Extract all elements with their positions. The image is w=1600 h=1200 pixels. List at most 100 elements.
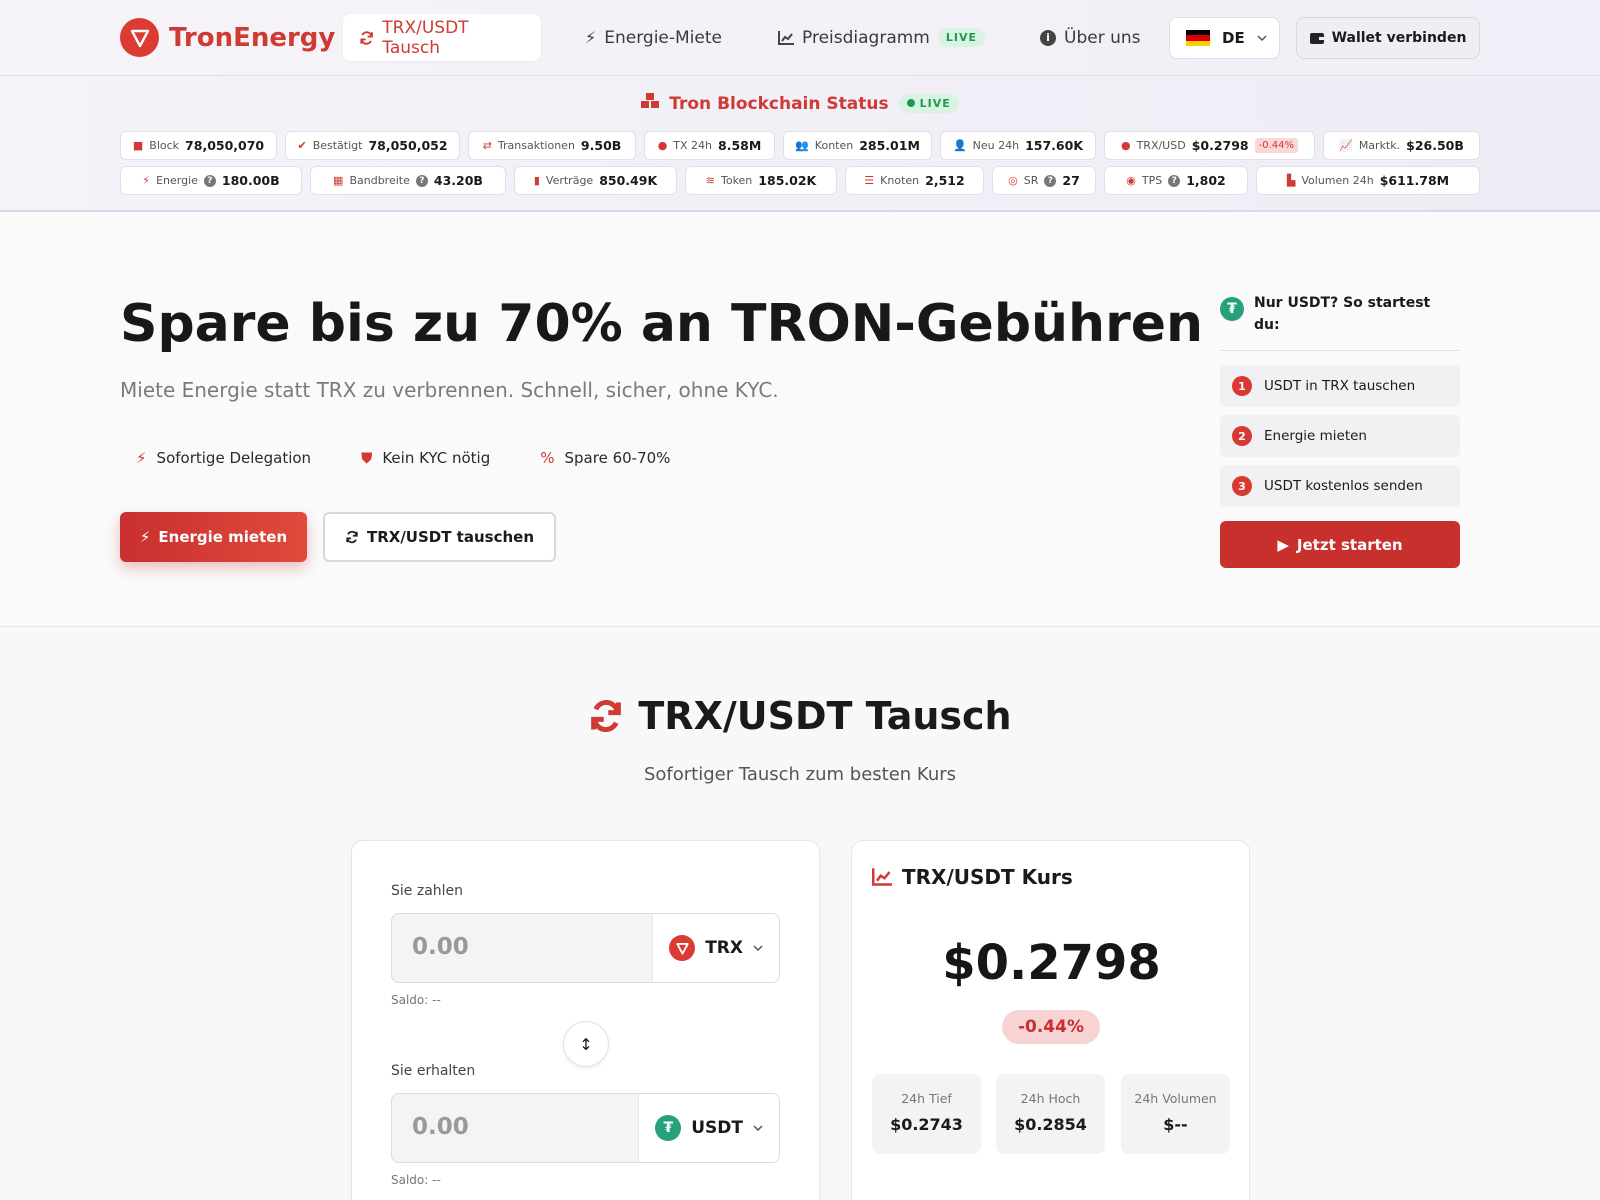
nav-tab-energy-rent[interactable]: ⚡ Energie-Miete — [569, 14, 738, 61]
double-check-icon: ✔ — [297, 139, 307, 152]
refresh-icon — [346, 530, 358, 544]
receive-label: Sie erhalten — [391, 1063, 476, 1079]
start-now-button[interactable]: ▶ Jetzt starten — [1220, 521, 1460, 568]
step-label: Energie mieten — [1264, 428, 1367, 444]
stat-value: 285.01M — [859, 138, 920, 153]
pay-amount-input[interactable]: 0.00 — [412, 934, 469, 960]
stat-label: Token — [720, 174, 753, 187]
live-dot-icon — [906, 99, 915, 107]
chevron-down-icon — [753, 945, 763, 951]
rent-energy-button[interactable]: ⚡ Energie mieten — [120, 512, 307, 562]
stat-value: $26.50B — [1406, 138, 1464, 153]
pay-token-select[interactable]: TRX — [652, 914, 779, 982]
arrows-vertical-icon: ↕ — [579, 1034, 593, 1054]
swap-form-card: Sie zahlen 0.00 TRX Saldo: -- ↕ Sie erha… — [351, 840, 820, 1200]
stat-confirmed: ✔ Bestätigt 78,050,052 — [285, 131, 460, 160]
exchange-icon: ⇄ — [482, 139, 492, 152]
play-icon: ▶ — [1277, 535, 1289, 554]
nav-tab-energy-rent-label: Energie-Miete — [604, 27, 722, 48]
start-now-label: Jetzt starten — [1296, 535, 1403, 554]
award-icon: ◎ — [1008, 174, 1018, 187]
stat-label: Konten — [814, 139, 854, 152]
brand-logo[interactable]: TronEnergy — [120, 18, 335, 57]
price-change-badge: -0.44% — [1254, 138, 1299, 153]
language-code: DE — [1222, 29, 1245, 47]
cubes-icon — [641, 93, 660, 114]
chart-icon — [778, 30, 794, 45]
stat-tps: ◉ TPS? 1,802 — [1104, 166, 1248, 195]
receive-balance: Saldo: -- — [391, 1173, 441, 1187]
pay-token-label: TRX — [705, 938, 743, 958]
hero-title: Spare bis zu 70% an TRON-Gebühren — [120, 294, 1204, 354]
pay-label: Sie zahlen — [391, 883, 464, 899]
stat-label: 24h Volumen — [1134, 1091, 1217, 1106]
current-price: $0.2798 — [942, 935, 1161, 991]
brand-name: TronEnergy — [169, 22, 336, 53]
receive-token-select[interactable]: ₮ USDT — [638, 1094, 779, 1162]
usdt-icon: ₮ — [655, 1115, 682, 1141]
stat-24h-high: 24h Hoch $0.2854 — [996, 1074, 1105, 1154]
status-live-badge: LIVE — [898, 94, 959, 113]
stat-label: SR — [1023, 174, 1039, 187]
users-icon: 👥 — [795, 139, 809, 152]
pay-amount-field[interactable]: 0.00 TRX — [391, 913, 780, 983]
status-row-1: ■ Block 78,050,070 ✔ Bestätigt 78,050,052 ⇄ T… — [120, 131, 1480, 160]
stat-label: Marktk. — [1358, 139, 1401, 152]
stat-nodes: ☰ Knoten 2,512 — [845, 166, 984, 195]
chart-line-icon: 📈 — [1339, 139, 1353, 152]
nav-tab-price-chart[interactable]: Preisdiagramm LIVE — [762, 14, 1001, 61]
nav-tab-swap-label: TRX/USDT Tausch — [382, 17, 469, 58]
stat-label: TRX/USD — [1136, 139, 1186, 152]
help-icon[interactable]: ? — [1168, 174, 1181, 187]
rate-card: TRX/USDT Kurs $0.2798 -0.44% 24h Tief $0… — [851, 840, 1250, 1200]
stat-accounts: 👥 Konten 285.01M — [783, 131, 932, 160]
stat-label: 24h Hoch — [1020, 1091, 1081, 1106]
help-icon[interactable]: ? — [415, 174, 428, 187]
cube-icon: ■ — [132, 139, 144, 152]
nav-tab-about-label: Über uns — [1064, 27, 1141, 48]
live-badge: LIVE — [937, 28, 985, 47]
hero-section: Spare bis zu 70% an TRON-Gebühren Miete … — [0, 212, 1600, 627]
stat-sr: ◎ SR? 27 — [992, 166, 1096, 195]
feature-item: ⛊ Kein KYC nötig — [361, 449, 490, 467]
connect-wallet-button[interactable]: Wallet verbinden — [1296, 17, 1480, 59]
status-row-2: ⚡ Energie? 180.00B ▦ Bandbreite? 43.20B ▮ Ver… — [120, 166, 1480, 195]
gauge-icon: ◉ — [1126, 174, 1136, 187]
stat-value: 78,050,052 — [368, 138, 448, 153]
feature-item: % Spare 60-70% — [540, 449, 670, 467]
stat-tx-24h: ● TX 24h 8.58M — [644, 131, 775, 160]
feature-label: Kein KYC nötig — [382, 449, 491, 467]
stat-value: 850.49K — [599, 173, 658, 188]
stat-energy: ⚡ Energie? 180.00B — [120, 166, 302, 195]
status-live-text: LIVE — [919, 97, 951, 110]
swap-direction-button[interactable]: ↕ — [563, 1021, 609, 1067]
getting-started-header: ₮ Nur USDT? So startest du: — [1220, 292, 1460, 351]
stat-value: $0.2798 — [1191, 138, 1249, 153]
stat-value: 78,050,070 — [185, 138, 265, 153]
language-select[interactable]: DE — [1169, 17, 1280, 59]
bolt-icon: ⚡ — [136, 449, 147, 467]
info-icon: i — [1040, 29, 1056, 46]
swap-trx-usdt-button[interactable]: TRX/USDT tauschen — [323, 512, 556, 562]
step-number: 3 — [1232, 476, 1252, 496]
step-item: 2 Energie mieten — [1220, 415, 1460, 457]
receive-amount-input[interactable]: 0.00 — [412, 1114, 469, 1140]
swap-section-subtitle: Sofortiger Tausch zum besten Kurs — [643, 764, 957, 785]
stat-label: TPS — [1141, 174, 1163, 187]
help-icon[interactable]: ? — [203, 174, 216, 187]
help-icon[interactable]: ? — [1044, 174, 1057, 187]
nav-tab-swap[interactable]: TRX/USDT Tausch — [343, 14, 541, 61]
price-change-badge: -0.44% — [1002, 1010, 1100, 1044]
getting-started-title: Nur USDT? So startest du: — [1254, 295, 1431, 333]
stat-value: 43.20B — [433, 173, 483, 188]
stat-value: 157.60K — [1025, 138, 1084, 153]
stat-label: Neu 24h — [972, 139, 1020, 152]
chart-line-icon — [872, 868, 892, 886]
top-navbar: TronEnergy TRX/USDT Tausch ⚡ Energie-Mie… — [0, 0, 1600, 76]
receive-amount-field[interactable]: 0.00 ₮ USDT — [391, 1093, 780, 1163]
percent-icon: % — [540, 449, 555, 467]
nav-tab-about[interactable]: i Über uns — [1024, 14, 1157, 61]
user-plus-icon: 👤 — [952, 139, 967, 152]
feature-item: ⚡ Sofortige Delegation — [136, 449, 311, 467]
swap-trx-usdt-label: TRX/USDT tauschen — [366, 528, 535, 546]
